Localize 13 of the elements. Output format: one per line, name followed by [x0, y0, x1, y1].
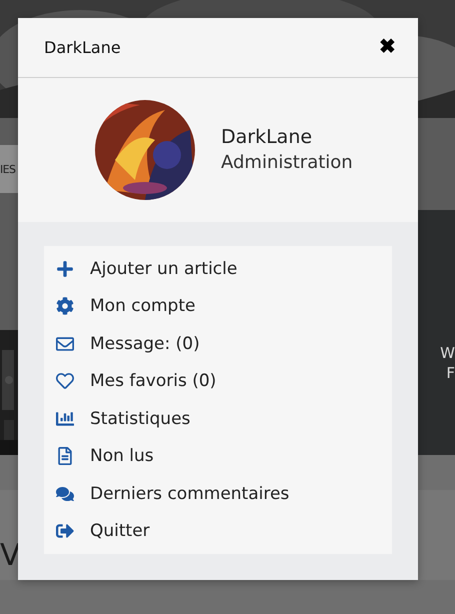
user-name: DarkLane: [221, 124, 314, 150]
user-role: Administration: [221, 150, 353, 175]
background-text: W: [440, 342, 455, 362]
menu-item[interactable]: Mon compte: [44, 288, 392, 325]
menu-item[interactable]: Mes favoris (0): [44, 362, 392, 400]
menu-item[interactable]: Ajouter un article: [44, 250, 392, 288]
menu-item[interactable]: Statistiques: [44, 400, 392, 438]
menu-item[interactable]: Message: (0): [44, 325, 392, 362]
menu-item[interactable]: Non lus: [44, 438, 392, 475]
menu-item[interactable]: Derniers commentaires: [44, 475, 392, 512]
background-text: F: [446, 362, 455, 382]
background-text: IES: [0, 162, 16, 176]
menu-item[interactable]: Quitter: [44, 512, 392, 550]
